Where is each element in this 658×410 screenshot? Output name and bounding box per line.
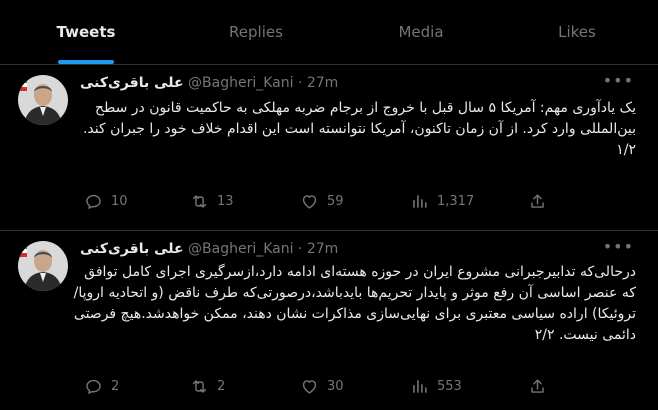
- active-tab-indicator: [58, 60, 114, 64]
- share-icon: [531, 194, 544, 208]
- view-count: 1,317: [437, 194, 475, 209]
- display-name[interactable]: علی باقری‌کنی: [80, 241, 184, 257]
- tab-replies[interactable]: Replies: [172, 0, 340, 64]
- reply-icon: [86, 379, 101, 394]
- tweet[interactable]: علی باقری‌کنی @Bagheri_Kani · 27m ••• یک…: [0, 65, 658, 231]
- more-icon[interactable]: •••: [603, 71, 634, 90]
- tweet-text: یک یادآوری مهم: آمریکا ۵ سال قبل با خروج…: [82, 100, 636, 158]
- share-button[interactable]: [528, 192, 547, 215]
- reply-button[interactable]: 2: [84, 377, 119, 396]
- tab-tweets[interactable]: Tweets: [0, 0, 172, 64]
- like-button[interactable]: 30: [300, 377, 344, 396]
- tweet-text: درحالی‌که تدابیرجبرانی مشروع ایران در حو…: [73, 264, 636, 343]
- reply-icon: [86, 194, 101, 209]
- avatar-image: [18, 241, 68, 291]
- user-handle[interactable]: @Bagheri_Kani: [188, 75, 293, 91]
- views-button[interactable]: 1,317: [410, 192, 474, 211]
- reply-button[interactable]: 10: [84, 192, 128, 211]
- share-icon: [531, 379, 544, 393]
- separator-dot: ·: [297, 75, 303, 91]
- retweet-button[interactable]: 13: [190, 192, 234, 211]
- share-button[interactable]: [528, 377, 547, 400]
- heart-icon: [302, 195, 317, 209]
- retweet-button[interactable]: 2: [190, 377, 225, 396]
- reply-count: 2: [111, 379, 120, 394]
- tweet-header: علی باقری‌کنی @Bagheri_Kani · 27m: [80, 75, 338, 95]
- tweet-actions: 10 13 59 1,317: [84, 192, 554, 216]
- timestamp[interactable]: 27m: [307, 241, 338, 257]
- avatar-image: [18, 75, 68, 125]
- retweet-count: 13: [217, 194, 234, 209]
- retweet-icon: [192, 380, 207, 393]
- timestamp[interactable]: 27m: [307, 75, 338, 91]
- views-icon: [413, 380, 427, 393]
- separator-dot: ·: [297, 241, 303, 257]
- user-handle[interactable]: @Bagheri_Kani: [188, 241, 293, 257]
- like-count: 30: [327, 379, 344, 394]
- retweet-icon: [192, 195, 207, 208]
- more-icon[interactable]: •••: [603, 237, 634, 256]
- like-button[interactable]: 59: [300, 192, 344, 211]
- tweet[interactable]: علی باقری‌کنی @Bagheri_Kani · 27m ••• در…: [0, 231, 658, 410]
- views-icon: [413, 195, 427, 208]
- avatar[interactable]: [18, 241, 68, 291]
- tab-likes[interactable]: Likes: [502, 0, 652, 64]
- heart-icon: [302, 380, 317, 394]
- views-button[interactable]: 553: [410, 377, 462, 396]
- tweet-header: علی باقری‌کنی @Bagheri_Kani · 27m: [80, 241, 338, 261]
- tab-media[interactable]: Media: [340, 0, 502, 64]
- avatar[interactable]: [18, 75, 68, 125]
- tweet-actions: 2 2 30 553: [84, 377, 554, 401]
- retweet-count: 2: [217, 379, 226, 394]
- like-count: 59: [327, 194, 344, 209]
- profile-tabs: Tweets Replies Media Likes: [0, 0, 658, 65]
- view-count: 553: [437, 379, 462, 394]
- display-name[interactable]: علی باقری‌کنی: [80, 75, 184, 91]
- reply-count: 10: [111, 194, 128, 209]
